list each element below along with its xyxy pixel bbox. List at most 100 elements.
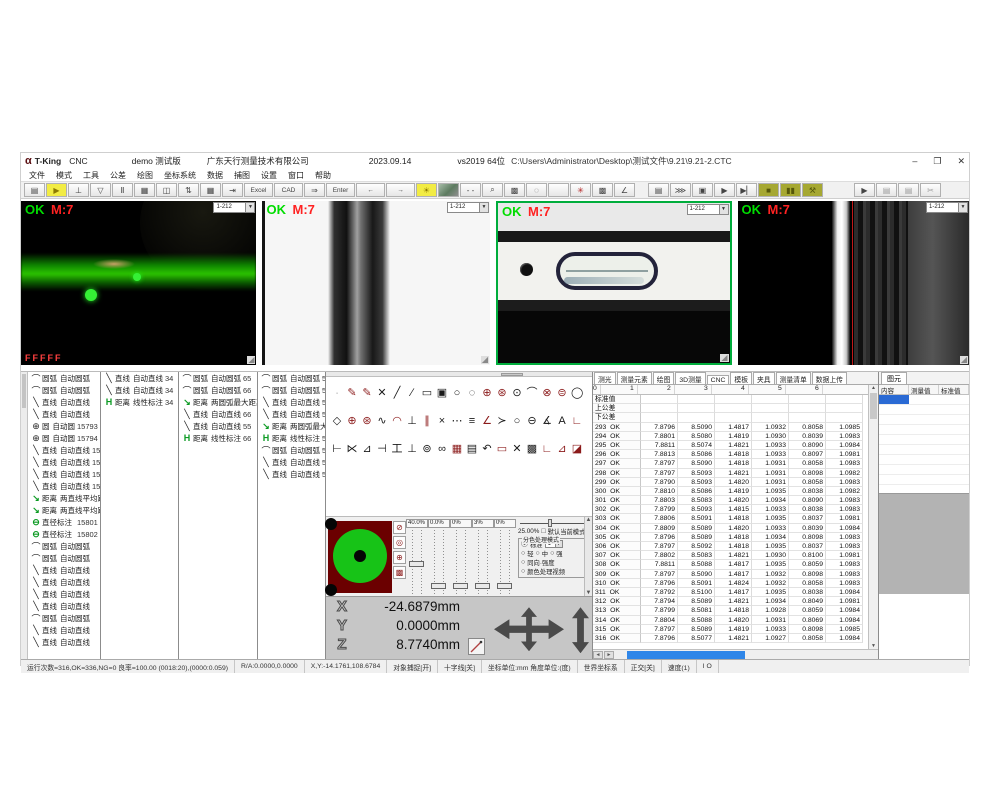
measure-tool-icon[interactable]: ∥ [421,415,433,428]
light-slider[interactable]: 0.0% [428,519,450,597]
radio-color-video[interactable]: ○ [521,568,525,575]
light-slider[interactable]: 40.0% [406,519,428,597]
lasso-button[interactable]: ◌ [526,183,547,197]
cad-export-button[interactable]: CAD [274,183,303,197]
直线[interactable]: ╲ 直线 自动直线 55 [181,420,257,432]
result-row[interactable]: 297 OK 7.8797 8.5090 1.4818 1.0931 0.805… [593,459,878,468]
menu-item[interactable]: 捕图 [234,170,250,181]
grid-column-header[interactable]: 5 [749,385,786,394]
measure-tool-icon[interactable]: ◇ [331,415,343,428]
results-tab[interactable]: 模板 [730,372,752,384]
圆[interactable]: ⊕ 圆 自动圆 15794 [30,432,100,444]
results-tab[interactable]: CNC [707,375,730,384]
image-button[interactable] [438,183,459,197]
shield-button[interactable]: ▽ [90,183,111,197]
probe-button[interactable]: ◫ [156,183,177,197]
result-row[interactable]: 302 OK 7.8799 8.5093 1.4815 1.0933 0.803… [593,505,878,514]
batch-button[interactable]: ⋙ [670,183,691,197]
直线[interactable]: ╲ 直线 自动直线 [30,396,100,408]
圆弧[interactable]: ⌒ 圆弧 自动圆弧 66 [181,384,257,396]
pause-button[interactable]: ▮▮ [780,183,801,197]
construct-tool-icon[interactable]: ⊣ [376,443,388,456]
measure-tool-icon[interactable]: ○ [511,415,523,428]
light-mode-icon[interactable]: ◎ [393,536,406,549]
construct-tool-icon[interactable]: ◪ [571,443,583,456]
圆弧[interactable]: ⌒ 圆弧 自动圆弧 55 [260,444,325,456]
run-button[interactable]: ▶ [714,183,735,197]
selected-cell[interactable] [879,395,909,404]
直线[interactable]: ╲ 直线 自动直线 34 [103,384,178,396]
measure-tool-icon[interactable]: ◠ [391,415,403,428]
construct-tool-icon[interactable]: ∞ [436,443,448,456]
radio-strong[interactable]: ○ [550,550,554,557]
result-row[interactable]: 下公差 [593,413,878,422]
light-slider[interactable]: 0% [494,519,516,597]
camera-view-2[interactable]: OK M:7 1-212▼ ◢ [262,201,490,365]
construct-tool-icon[interactable]: ▩ [526,443,538,456]
resize-grip-icon[interactable]: ◢ [720,354,728,362]
results-tab[interactable]: 夹具 [753,372,775,384]
measure-tool-icon[interactable]: ⊕ [481,387,493,400]
star-button[interactable]: ✳ [570,183,591,197]
result-row[interactable]: 313 OK 7.8799 8.5081 1.4818 1.0928 0.805… [593,606,878,615]
距离[interactable]: H 距离 线性标注 34 [103,396,178,408]
resize-grip-icon[interactable]: ◢ [481,356,489,364]
close-button[interactable]: ✕ [957,156,965,167]
圆弧[interactable]: ⌒ 圆弧 自动圆弧 55 [260,372,325,384]
play2-button[interactable]: ▶ [854,183,875,197]
diagonal-jog-button[interactable] [468,638,485,655]
slider-thumb[interactable] [409,561,424,567]
light-slider[interactable]: 3% [472,519,494,597]
result-row[interactable]: 294 OK 7.8801 8.5080 1.4819 1.0930 0.803… [593,432,878,441]
result-row[interactable]: 304 OK 7.8809 8.5089 1.4820 1.0933 0.803… [593,524,878,533]
result-row[interactable]: 303 OK 7.8806 8.5091 1.4818 1.0935 0.803… [593,514,878,523]
scrollbar-thumb[interactable] [627,651,745,659]
result-row[interactable]: 301 OK 7.8803 8.5083 1.4820 1.0934 0.809… [593,496,878,505]
dither-button[interactable]: ▩ [592,183,613,197]
measure-tool-icon[interactable]: ∿ [376,415,388,428]
chart-button[interactable]: ∠ [614,183,635,197]
直线[interactable]: ╲ 直线 自动直线 15 [30,480,100,492]
menu-item[interactable]: 工具 [83,170,99,181]
result-row[interactable]: 307 OK 7.8802 8.5083 1.4821 1.0930 0.810… [593,551,878,560]
grid-vertical-scrollbar[interactable]: ▲ ▼ [868,385,878,649]
result-row[interactable]: 309 OK 7.8797 8.5090 1.4817 1.0932 0.809… [593,570,878,579]
measure-tool-icon[interactable]: ⊗ [541,387,553,400]
next-button[interactable]: → [386,183,415,197]
measure-tool-icon[interactable]: ⊥ [406,415,418,428]
detail-column-header[interactable]: 测量值 [909,385,939,394]
result-row[interactable]: 308 OK 7.8811 8.5088 1.4817 1.0935 0.805… [593,560,878,569]
construct-tool-icon[interactable]: ↶ [481,443,493,456]
直线[interactable]: ╲ 直线 自动直线 66 [181,408,257,420]
直线[interactable]: ╲ 直线 自动直线 [30,564,100,576]
pattern-button[interactable]: ▩ [504,183,525,197]
results-tab[interactable]: 测量元素 [617,372,652,384]
construct-tool-icon[interactable]: ⊥ [406,443,418,456]
圆弧[interactable]: ⌒ 圆弧 自动圆弧 65 [181,372,257,384]
menu-item[interactable]: 数据 [207,170,223,181]
excel-export-button[interactable]: Excel [244,183,273,197]
detail-column-header[interactable]: 标准值 [939,385,969,394]
grid-column-header[interactable]: 4 [712,385,749,394]
直线[interactable]: ╲ 直线 自动直线 34 [103,372,178,384]
open2-button[interactable]: ▤ [898,183,919,197]
light-slider[interactable]: 0% [450,519,472,597]
results-tab[interactable]: 3D测量 [675,372,705,384]
measure-tool-icon[interactable]: ▣ [436,387,448,400]
直线[interactable]: ╲ 直线 自动直线 [30,588,100,600]
距离[interactable]: ↘ 距离 两圆弧最大距离 [260,420,325,432]
measure-tool-icon[interactable]: ⋯ [451,415,463,428]
options-scrollbar[interactable]: ▲ ▼ [584,517,592,597]
距离[interactable]: ↘ 距离 两圆弧最大距离 [181,396,257,408]
measure-tool-icon[interactable]: ∕ [406,387,418,400]
measure-tool-icon[interactable]: ⌒ [526,387,538,400]
menu-item[interactable]: 窗口 [288,170,304,181]
blank-button[interactable] [548,183,569,197]
slider-thumb[interactable] [497,583,512,589]
save3-button[interactable]: ▤ [876,183,897,197]
step-button[interactable]: ▶▏ [736,183,757,197]
圆弧[interactable]: ⌒ 圆弧 自动圆弧 [30,540,100,552]
result-row[interactable]: 299 OK 7.8790 8.5093 1.4820 1.0931 0.805… [593,478,878,487]
result-row[interactable]: 上公差 [593,404,878,413]
圆弧[interactable]: ⌒ 圆弧 自动圆弧 [30,612,100,624]
